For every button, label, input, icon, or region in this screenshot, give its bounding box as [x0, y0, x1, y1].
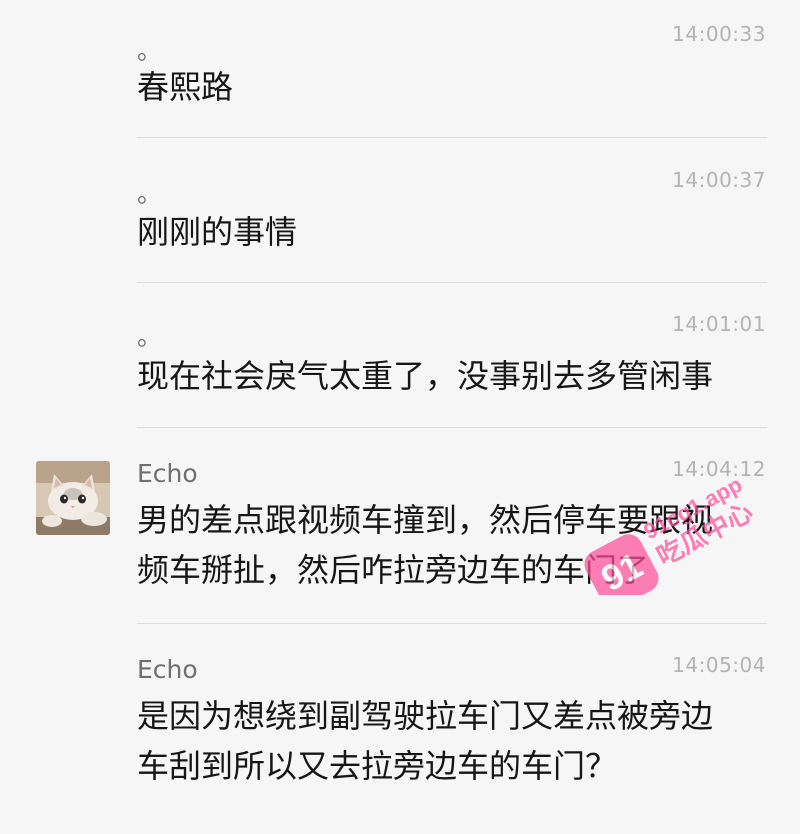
- sender-name[interactable]: 。: [137, 324, 162, 349]
- message-timestamp: 14:00:37: [672, 168, 766, 192]
- message-timestamp: 14:05:04: [672, 653, 766, 677]
- message-item: 。 14:00:33 春熙路: [0, 0, 800, 138]
- message-item: Echo 14:05:04 是因为想绕到副驾驶拉车门又差点被旁边 车刮到所以又去…: [0, 624, 800, 834]
- sender-name[interactable]: Echo: [137, 657, 198, 682]
- sender-name[interactable]: 。: [137, 38, 162, 63]
- message-item: Echo 14:04:12 男的差点跟视频车撞到，然后停车要跟视 频车掰扯，然后…: [0, 428, 800, 624]
- message-text: 刚刚的事情: [137, 213, 298, 251]
- message-text: 现在社会戾气太重了，没事别去多管闲事: [137, 357, 714, 395]
- message-text-line-1: 是因为想绕到副驾驶拉车门又差点被旁边: [137, 697, 714, 735]
- message-item: 。 14:01:01 现在社会戾气太重了，没事别去多管闲事: [0, 283, 800, 428]
- message-item: 。 14:00:37 刚刚的事情: [0, 138, 800, 283]
- cat-avatar-icon[interactable]: [36, 461, 110, 535]
- sender-name[interactable]: 。: [137, 181, 162, 206]
- message-timestamp: 14:00:33: [672, 22, 766, 46]
- message-text-line-2: 频车掰扯，然后咋拉旁边车的车门了: [137, 551, 650, 589]
- sender-name[interactable]: Echo: [137, 461, 198, 486]
- message-text-line-1: 男的差点跟视频车撞到，然后停车要跟视: [137, 501, 714, 539]
- message-timestamp: 14:04:12: [672, 457, 766, 481]
- message-timestamp: 14:01:01: [672, 312, 766, 336]
- message-text: 春熙路: [137, 68, 234, 106]
- cat-avatar-image: [36, 461, 110, 535]
- message-text-line-2: 车刮到所以又去拉旁边车的车门？: [137, 747, 618, 785]
